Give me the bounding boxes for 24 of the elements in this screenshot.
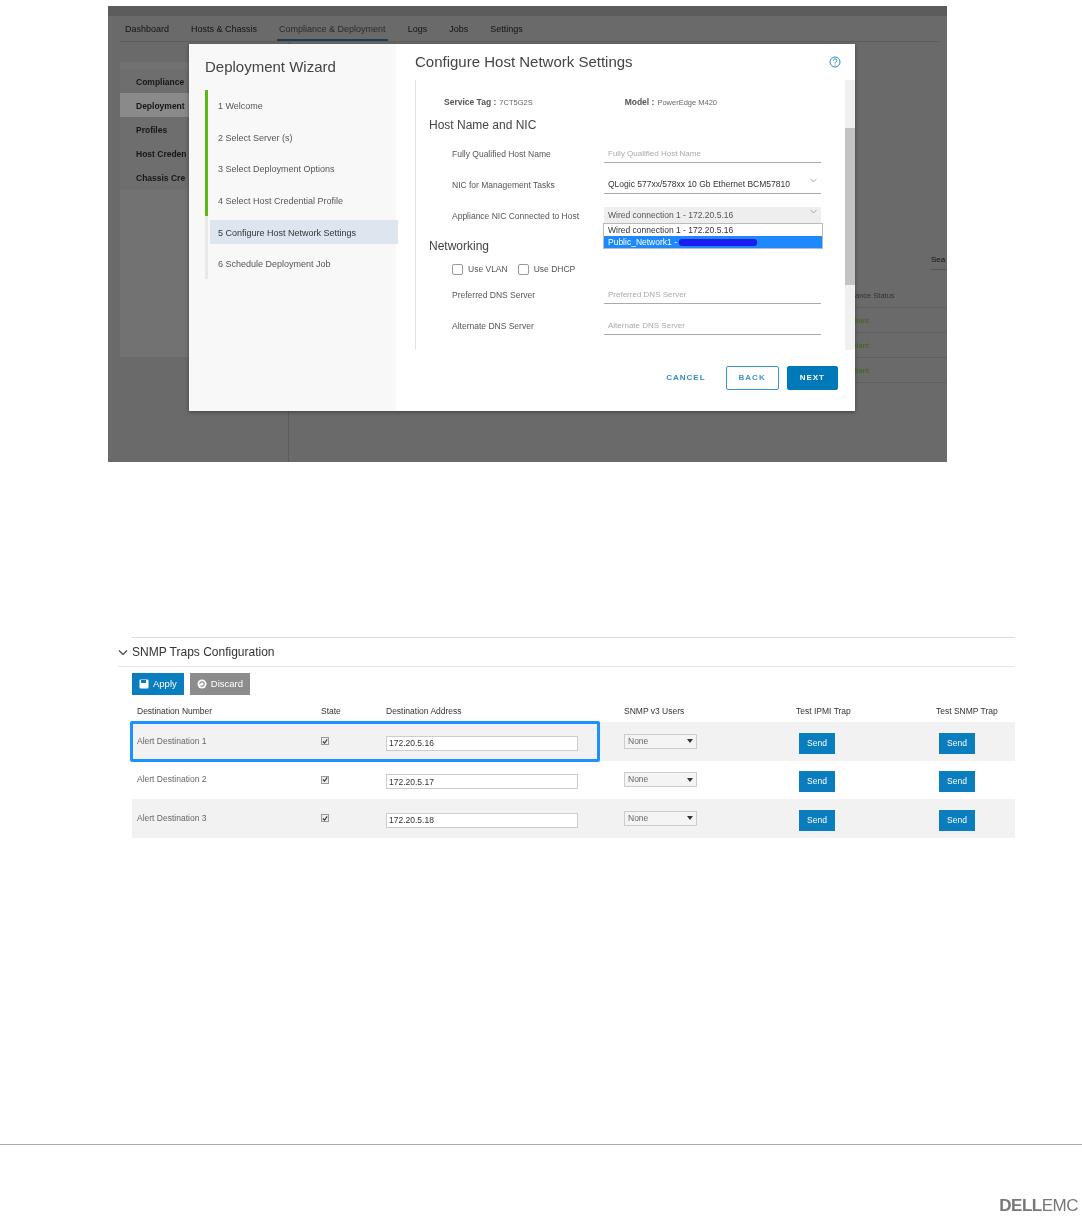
column-header: Test SNMP Trap: [935, 705, 999, 718]
field-label: Appliance NIC Connected to Host: [452, 209, 581, 223]
table-cell-text: Alert Destination 2: [136, 773, 208, 787]
table-cell-text: Alert Destination 1: [136, 734, 208, 748]
brand-logo: DELLEMC: [999, 1194, 1079, 1217]
checkbox-label: Use VLAN: [468, 263, 508, 277]
column-header: SNMP v3 Users: [623, 705, 686, 718]
field-label: Preferred DNS Server: [452, 288, 537, 302]
dialog-title: Configure Host Network Settings: [415, 53, 634, 71]
column-header: Test IPMI Trap: [795, 705, 852, 718]
column-header: Destination Number: [136, 705, 214, 718]
checkbox-label: Use DHCP: [533, 263, 576, 277]
column-header: Destination Address: [385, 705, 463, 718]
table-cell-text: Alert Destination 3: [136, 811, 208, 825]
info-label: Model :: [624, 96, 655, 107]
field-label: Alternate DNS Server: [452, 319, 535, 333]
wizard-title: Deployment Wizard: [205, 58, 337, 76]
field-label: Fully Qualified Host Name: [452, 147, 552, 161]
section-heading: Host Name and NIC: [429, 118, 537, 133]
column-header: State: [320, 705, 342, 718]
section-heading: Networking: [429, 239, 490, 254]
section-title: SNMP Traps Configuration: [132, 644, 275, 660]
info-label: Service Tag :: [444, 96, 497, 107]
field-label: NIC for Management Tasks: [452, 178, 556, 192]
